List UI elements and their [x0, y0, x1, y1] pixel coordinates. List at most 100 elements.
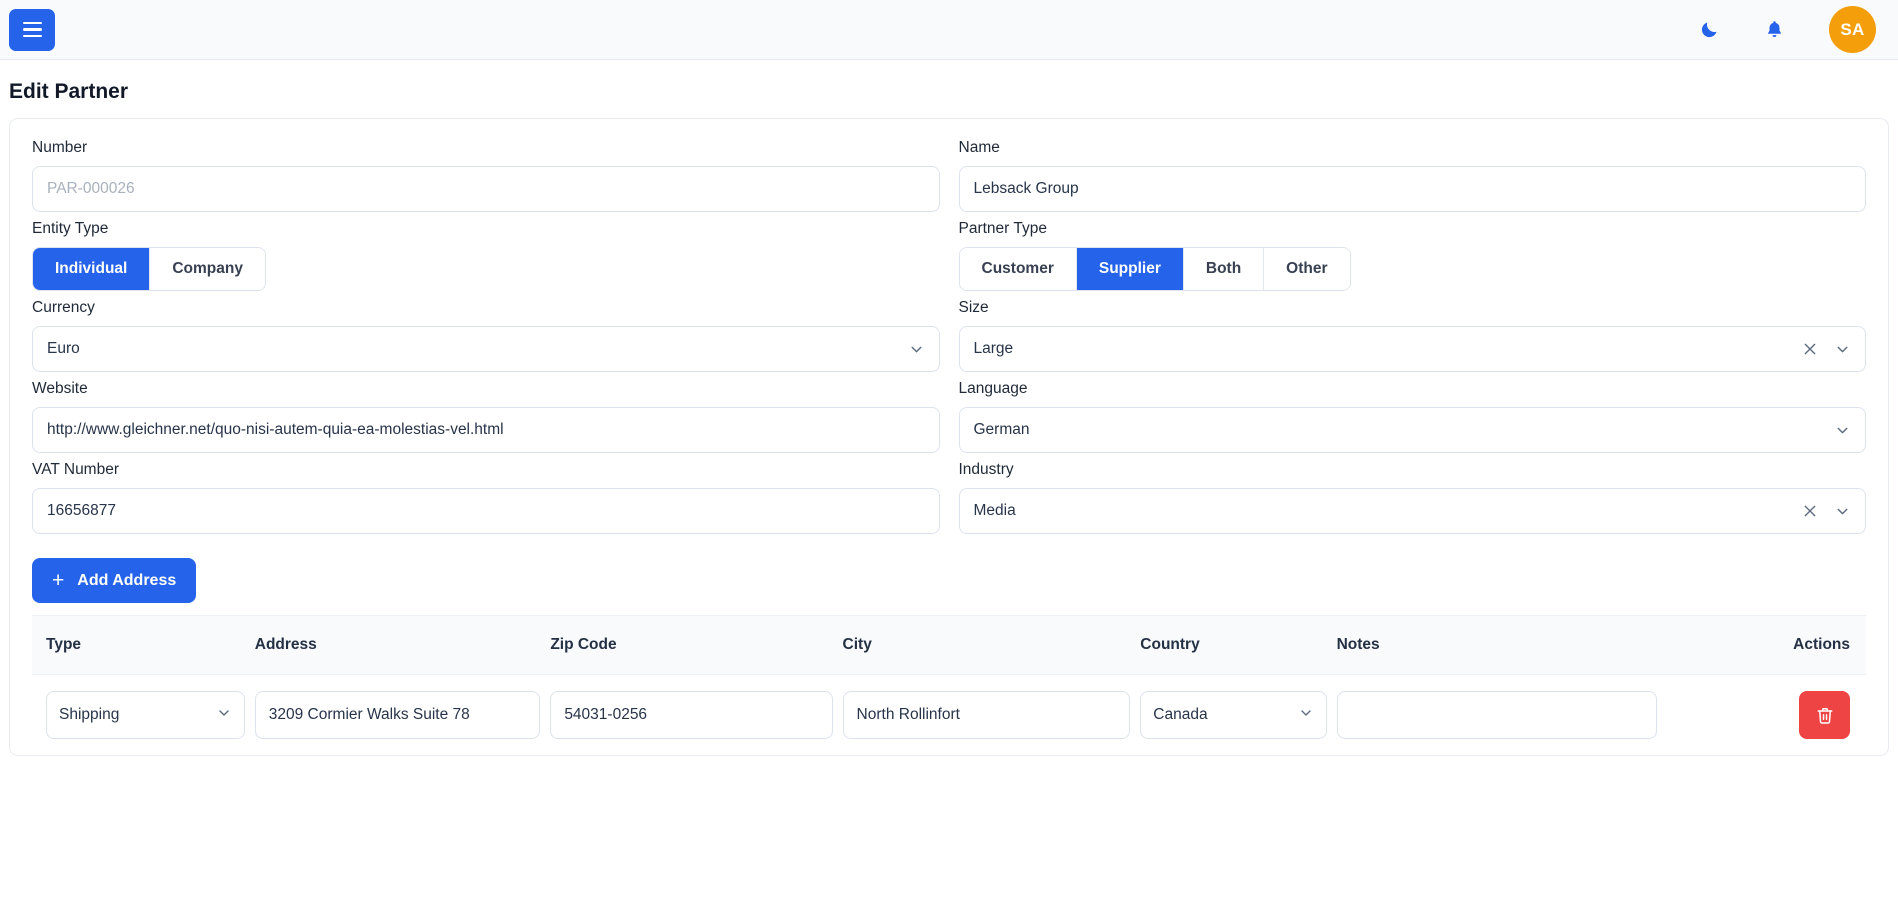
partner-type-option-supplier[interactable]: Supplier [1076, 248, 1184, 290]
column-header-notes: Notes [1336, 615, 1668, 675]
vat-number-label: VAT Number [32, 461, 119, 478]
currency-select[interactable]: Euro [32, 326, 940, 372]
language-select-wrap: German [958, 407, 1866, 453]
partner-type-option-other[interactable]: Other [1264, 248, 1350, 290]
number-label: Number [32, 139, 88, 156]
cell-notes [1336, 675, 1668, 756]
size-value: Large [973, 340, 1014, 357]
currency-select-wrap: Euro [32, 326, 940, 372]
table-header-row: Type Address Zip Code City Country Notes… [32, 615, 1866, 675]
partner-form-card: Number Name Entity Type Individual Compa… [9, 118, 1889, 756]
hamburger-icon [22, 21, 42, 25]
user-avatar[interactable]: SA [1829, 6, 1876, 53]
size-label: Size [958, 299, 989, 316]
field-vat-number: VAT Number [32, 461, 940, 534]
chevron-down-icon[interactable] [216, 705, 232, 726]
entity-type-label: Entity Type [32, 220, 109, 237]
entity-type-option-individual[interactable]: Individual [33, 248, 151, 290]
language-select-icons [1834, 422, 1851, 439]
delete-address-button[interactable] [1799, 691, 1850, 739]
menu-toggle-button[interactable] [9, 8, 55, 51]
cell-zip-code [550, 675, 842, 756]
chevron-down-icon[interactable] [1834, 422, 1851, 439]
plus-icon: + [52, 569, 65, 592]
size-select[interactable]: Large [958, 326, 1866, 372]
clear-icon[interactable] [1802, 341, 1818, 357]
column-header-zip-code: Zip Code [550, 615, 843, 675]
add-address-button[interactable]: + Add Address [32, 558, 197, 603]
cell-city [842, 675, 1141, 756]
industry-select-wrap: Media [958, 488, 1866, 534]
notes-input[interactable] [1336, 691, 1658, 739]
city-input[interactable] [842, 691, 1131, 739]
partner-type-option-customer[interactable]: Customer [959, 248, 1077, 290]
size-select-icons [1802, 341, 1851, 358]
theme-toggle-button[interactable] [1699, 19, 1720, 40]
top-app-bar: SA [0, 0, 1898, 60]
field-website: Website [32, 380, 940, 453]
field-industry: Industry Media [958, 461, 1866, 534]
number-input[interactable] [32, 166, 940, 212]
entity-type-option-company[interactable]: Company [150, 248, 265, 290]
partner-type-option-both[interactable]: Both [1183, 248, 1265, 290]
field-size: Size Large [958, 299, 1866, 372]
column-header-type: Type [32, 615, 255, 675]
country-select[interactable]: Canada [1140, 691, 1327, 739]
size-select-wrap: Large [958, 326, 1866, 372]
industry-select[interactable]: Media [958, 488, 1866, 534]
vat-number-input[interactable] [32, 488, 940, 534]
cell-country: Canada [1140, 675, 1336, 756]
industry-select-icons [1802, 503, 1851, 520]
chevron-down-icon[interactable] [908, 341, 925, 358]
language-select[interactable]: German [958, 407, 1866, 453]
field-partner-type: Partner Type Customer Supplier Both Othe… [958, 220, 1867, 291]
field-name: Name [958, 139, 1866, 212]
column-header-city: City [842, 615, 1141, 675]
hamburger-icon [22, 28, 42, 31]
partner-type-label: Partner Type [958, 220, 1047, 237]
addresses-table-body: Shipping Canada [32, 675, 1866, 756]
language-label: Language [958, 380, 1028, 397]
field-language: Language German [958, 380, 1866, 453]
country-value: Canada [1153, 706, 1208, 723]
address-type-select[interactable]: Shipping [46, 691, 245, 739]
page-title: Edit Partner [9, 80, 129, 103]
notifications-button[interactable] [1764, 18, 1785, 41]
chevron-down-icon[interactable] [1298, 705, 1314, 726]
topbar-actions: SA [1699, 6, 1876, 53]
industry-label: Industry [958, 461, 1014, 478]
column-header-country: Country [1140, 615, 1337, 675]
clear-icon[interactable] [1802, 503, 1818, 519]
industry-value: Media [973, 502, 1016, 519]
language-value: German [973, 421, 1030, 438]
address-input[interactable] [254, 691, 541, 739]
website-input[interactable] [32, 407, 940, 453]
moon-icon [1701, 22, 1717, 38]
chevron-down-icon[interactable] [1834, 341, 1851, 358]
add-address-label: Add Address [77, 571, 177, 589]
table-row: Shipping Canada [32, 675, 1866, 756]
trash-icon [1817, 707, 1832, 724]
partner-form-grid: Number Name Entity Type Individual Compa… [32, 139, 1866, 542]
column-header-address: Address [254, 615, 551, 675]
currency-select-icons [908, 341, 925, 358]
field-number: Number [32, 139, 940, 212]
chevron-down-icon[interactable] [1834, 503, 1851, 520]
addresses-table-head: Type Address Zip Code City Country Notes… [32, 615, 1866, 675]
address-type-value: Shipping [59, 706, 120, 723]
cell-actions [1667, 675, 1866, 756]
partner-type-group: Customer Supplier Both Other [958, 247, 1351, 291]
website-label: Website [32, 380, 88, 397]
currency-label: Currency [32, 299, 95, 316]
currency-value: Euro [47, 340, 80, 357]
name-label: Name [958, 139, 1000, 156]
zip-code-input[interactable] [550, 691, 833, 739]
column-header-actions: Actions [1667, 615, 1866, 675]
hamburger-icon [22, 34, 42, 38]
name-input[interactable] [958, 166, 1866, 212]
cell-address [254, 675, 551, 756]
cell-type: Shipping [32, 675, 255, 756]
field-entity-type: Entity Type Individual Company [32, 220, 940, 291]
bell-icon [1768, 21, 1781, 38]
entity-type-group: Individual Company [32, 247, 266, 291]
